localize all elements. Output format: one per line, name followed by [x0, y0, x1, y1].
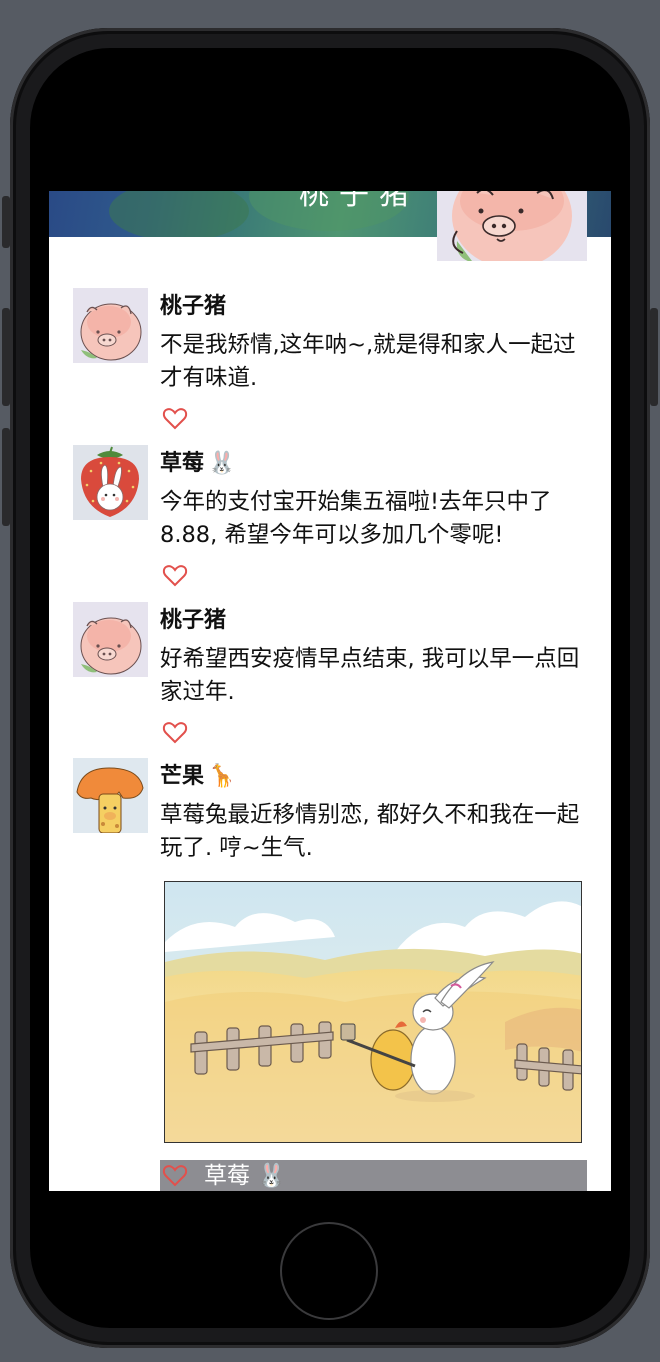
comment-author[interactable]: 草莓 🐰 — [204, 1161, 286, 1191]
volume-up-button — [2, 308, 10, 406]
avatar-peach-pig[interactable] — [73, 602, 148, 677]
avatar-mango-giraffe[interactable] — [73, 758, 148, 833]
cover-title: 桃子猪 — [299, 191, 419, 212]
heart-icon[interactable] — [162, 1163, 188, 1189]
bunny-emoji: 🐰 — [257, 1163, 286, 1189]
volume-down-button — [2, 428, 10, 526]
bunny-emoji: 🐰 — [208, 451, 236, 476]
profile-avatar[interactable] — [437, 191, 587, 261]
post-content: 草莓兔最近移情别恋, 都好久不和我在一起玩了. 哼~生气. — [160, 802, 580, 861]
power-button — [650, 308, 658, 406]
post-photo[interactable] — [164, 881, 582, 1143]
home-button[interactable] — [280, 1222, 378, 1320]
post-author[interactable]: 芒果 🦒 — [160, 758, 235, 790]
giraffe-emoji: 🦒 — [208, 764, 236, 789]
post-author[interactable]: 草莓 🐰 — [160, 445, 235, 477]
mute-switch — [2, 196, 10, 248]
screen: 桃子猪 桃子猪 不是我矫情,这年呐~,就是得和家人一起过才有味道. 草莓 🐰 今… — [49, 191, 611, 1191]
post-content: 好希望西安疫情早点结束, 我可以早一点回家过年. — [160, 646, 580, 705]
avatar-peach-pig[interactable] — [73, 288, 148, 363]
post-content: 不是我矫情,这年呐~,就是得和家人一起过才有味道. — [160, 332, 576, 391]
comment-row: 草莓 🐰 — [160, 1160, 587, 1191]
post-content: 今年的支付宝开始集五福啦!去年只中了8.88, 希望今年可以多加几个零呢! — [160, 489, 552, 548]
heart-icon[interactable] — [162, 563, 188, 589]
heart-icon[interactable] — [162, 406, 188, 432]
heart-icon[interactable] — [162, 720, 188, 746]
post-author[interactable]: 桃子猪 — [160, 288, 226, 320]
avatar-strawberry-bunny[interactable] — [73, 445, 148, 520]
post-author[interactable]: 桃子猪 — [160, 602, 226, 634]
